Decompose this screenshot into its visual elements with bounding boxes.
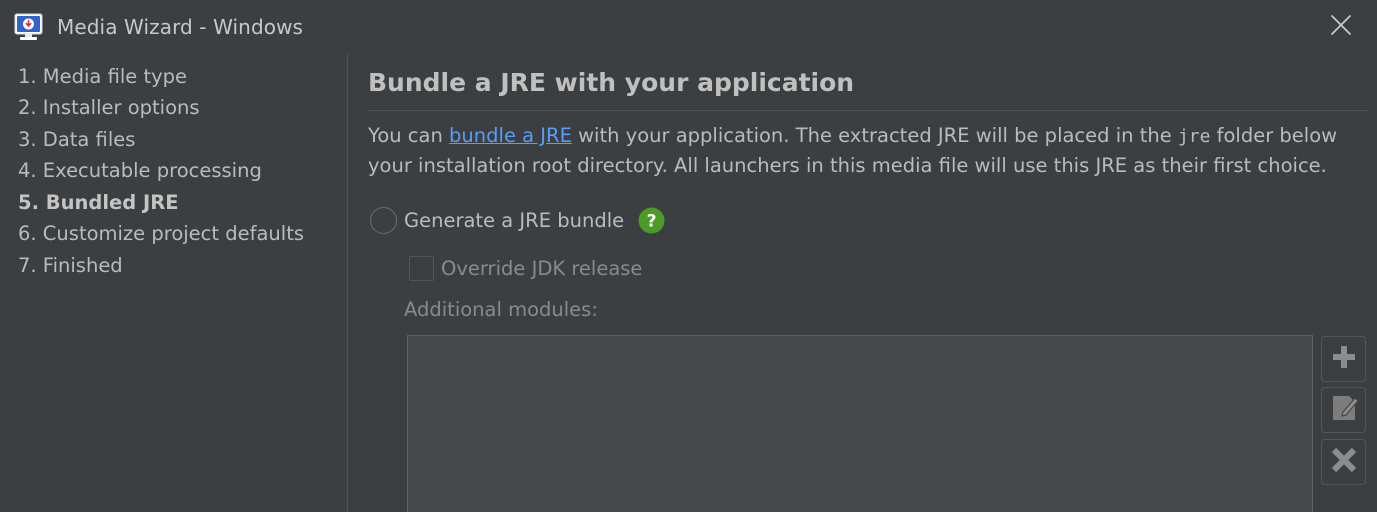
- step-bundled-jre[interactable]: 5. Bundled JRE: [18, 191, 179, 215]
- close-icon: [1330, 14, 1352, 40]
- generate-jre-radio[interactable]: [370, 206, 397, 234]
- additional-modules-label: Additional modules:: [404, 298, 598, 321]
- description-part-2: with your application. The extracted JRE…: [571, 124, 1178, 147]
- description-part-1: You can: [368, 124, 450, 147]
- main-panel: Bundle a JRE with your application You c…: [348, 54, 1377, 512]
- override-jdk-option: Override JDK release: [409, 254, 642, 282]
- heading-divider: [368, 110, 1369, 111]
- title-bar: Media Wizard - Windows: [0, 0, 1377, 54]
- window-title: Media Wizard - Windows: [57, 15, 304, 39]
- step-executable-processing[interactable]: 4. Executable processing: [18, 159, 262, 183]
- generate-jre-option: Generate a JRE bundle ?: [370, 206, 665, 234]
- add-icon: [1330, 343, 1358, 375]
- remove-icon: [1330, 446, 1358, 478]
- step-customize-project-defaults[interactable]: 6. Customize project defaults: [18, 222, 304, 246]
- bundle-jre-link[interactable]: bundle a JRE: [449, 124, 572, 147]
- page-title: Bundle a JRE with your application: [368, 68, 855, 97]
- close-button[interactable]: [1322, 8, 1360, 46]
- add-module-button[interactable]: [1321, 336, 1366, 382]
- override-jdk-checkbox[interactable]: [409, 255, 434, 281]
- description-text: You can bundle a JRE with your applicati…: [368, 121, 1373, 180]
- svg-text:?: ?: [647, 211, 657, 231]
- edit-module-button[interactable]: [1321, 387, 1366, 433]
- additional-modules-list[interactable]: [407, 335, 1313, 512]
- generate-jre-label[interactable]: Generate a JRE bundle: [404, 209, 624, 232]
- remove-module-button[interactable]: [1321, 439, 1366, 485]
- step-installer-options[interactable]: 2. Installer options: [18, 96, 200, 120]
- step-finished[interactable]: 7. Finished: [18, 254, 123, 278]
- step-media-file-type[interactable]: 1. Media file type: [18, 65, 187, 89]
- wizard-steps-sidebar: 1. Media file type 2. Installer options …: [0, 54, 347, 512]
- override-jdk-label[interactable]: Override JDK release: [441, 257, 642, 280]
- edit-icon: [1330, 393, 1359, 427]
- media-monitor-icon: [14, 13, 43, 41]
- help-icon[interactable]: ?: [638, 207, 665, 234]
- jre-folder-code: jre: [1177, 126, 1211, 147]
- step-data-files[interactable]: 3. Data files: [18, 128, 135, 152]
